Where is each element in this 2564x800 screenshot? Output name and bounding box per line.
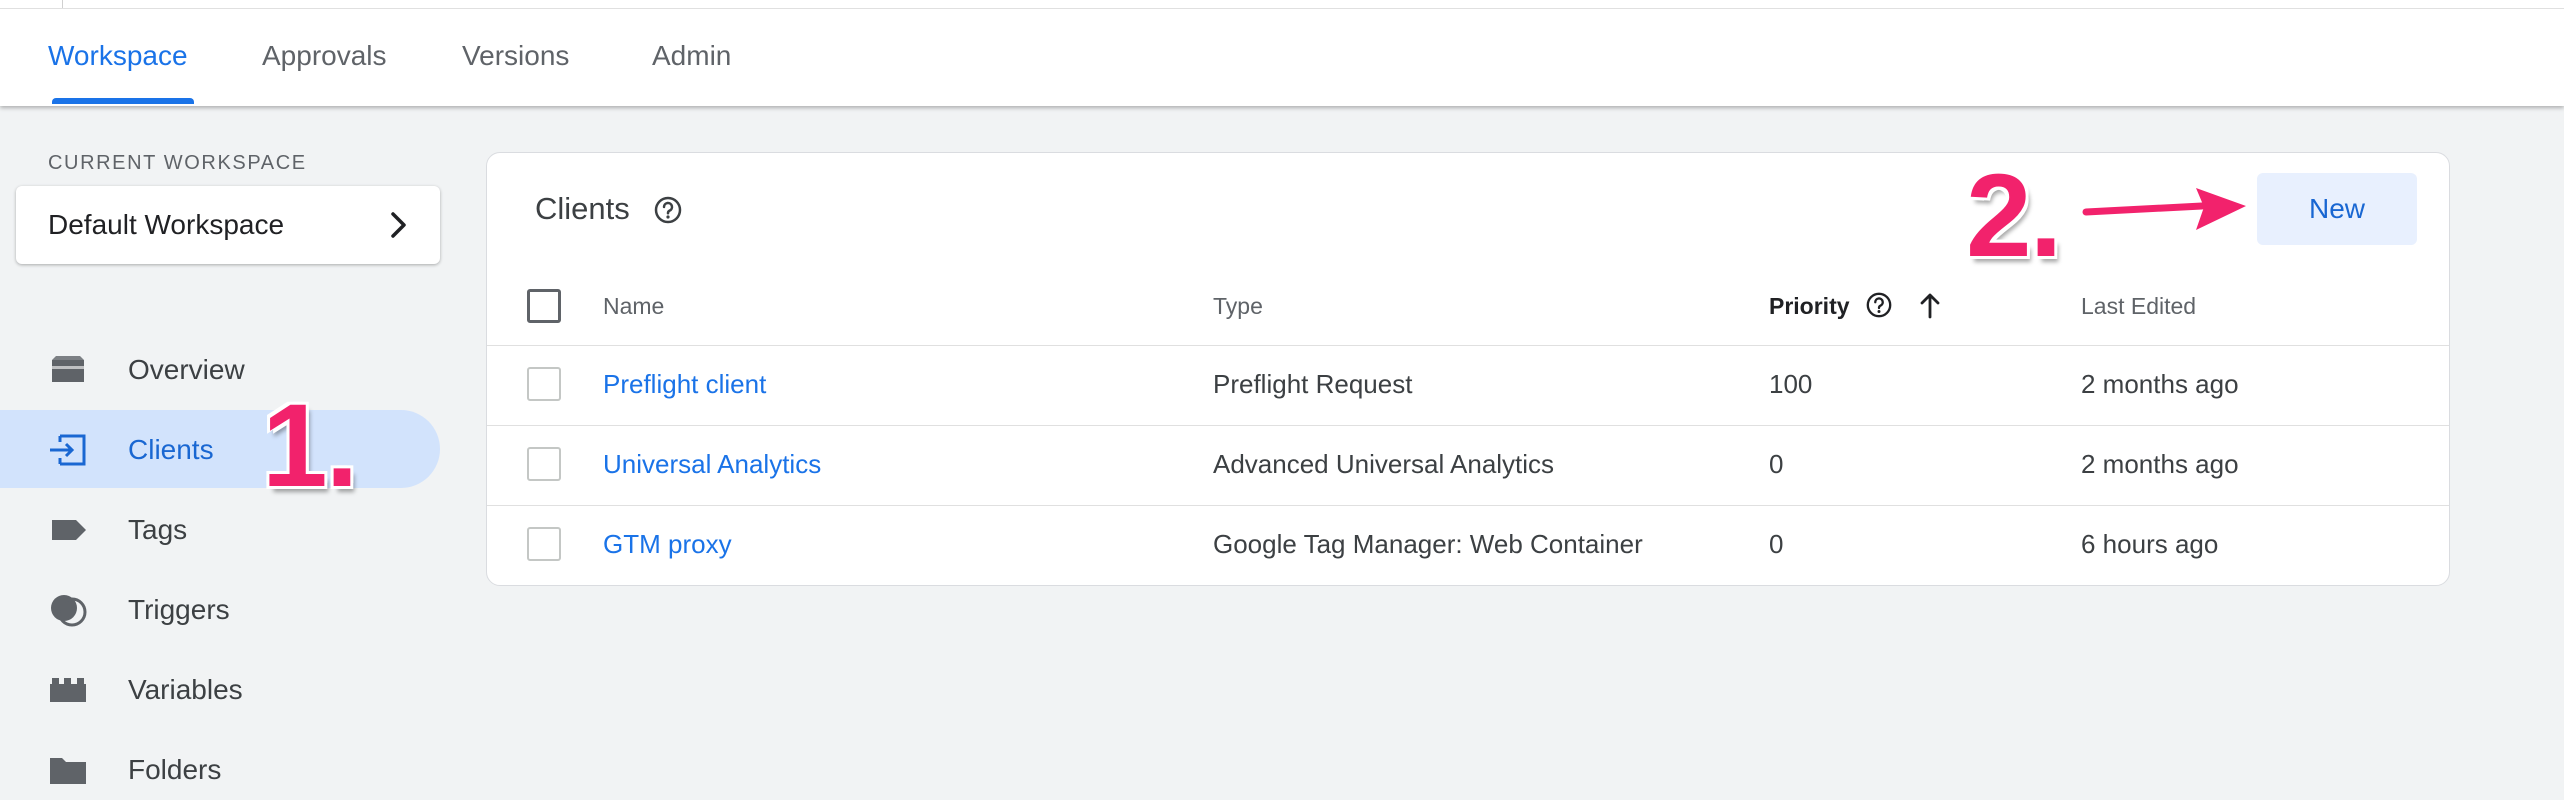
- column-header-type[interactable]: Type: [1213, 293, 1263, 320]
- sidebar-item-overview[interactable]: Overview: [0, 330, 440, 408]
- tab-versions[interactable]: Versions: [462, 40, 569, 72]
- client-priority: 0: [1769, 529, 1784, 559]
- client-type: Advanced Universal Analytics: [1213, 449, 1555, 479]
- client-name-link[interactable]: Preflight client: [603, 369, 766, 400]
- sidebar-item-label: Triggers: [128, 594, 230, 625]
- annotation-step-2: 2.: [1966, 150, 2062, 282]
- top-divider: [0, 8, 2564, 9]
- sidebar-item-tags[interactable]: Tags: [0, 490, 440, 568]
- folder-icon: [50, 758, 86, 784]
- select-all-checkbox[interactable]: [527, 289, 561, 323]
- row-divider: [487, 345, 2449, 346]
- arrow-up-icon[interactable]: [1919, 291, 1941, 319]
- sidebar-item-triggers[interactable]: Triggers: [0, 570, 440, 648]
- sidebar-item-label: Tags: [128, 514, 188, 545]
- new-client-button[interactable]: New: [2257, 173, 2417, 245]
- annotation-step-1: 1.: [262, 380, 358, 512]
- variables-icon: [50, 678, 86, 702]
- workspace-name: Default Workspace: [48, 209, 285, 240]
- client-name-link[interactable]: GTM proxy: [603, 529, 732, 560]
- sidebar-item-label: Clients: [128, 434, 214, 465]
- column-header-name[interactable]: Name: [603, 293, 664, 320]
- triggers-icon: [51, 595, 87, 627]
- annotation-arrow-icon: [2080, 182, 2252, 236]
- row-divider: [487, 425, 2449, 426]
- priority-help-icon[interactable]: [1865, 291, 1893, 319]
- workspace-selector[interactable]: Default Workspace: [16, 186, 440, 264]
- row-checkbox[interactable]: [527, 527, 561, 561]
- column-header-priority[interactable]: Priority: [1769, 293, 1850, 320]
- client-last-edited: 2 months ago: [2081, 449, 2239, 479]
- client-type: Google Tag Manager: Web Container: [1213, 529, 1643, 559]
- sidebar-item-label: Variables: [128, 674, 243, 705]
- sidebar-item-variables[interactable]: Variables: [0, 650, 440, 728]
- top-tab-bar: Workspace Approvals Versions Admin: [0, 0, 2564, 106]
- top-divider-tick: [62, 0, 63, 8]
- current-workspace-label: CURRENT WORKSPACE: [48, 152, 307, 174]
- client-type: Preflight Request: [1213, 369, 1413, 399]
- column-header-last-edited[interactable]: Last Edited: [2081, 293, 2196, 320]
- sidebar-item-folders[interactable]: Folders: [0, 730, 440, 800]
- overview-icon: [52, 356, 84, 382]
- client-last-edited: 6 hours ago: [2081, 529, 2219, 559]
- row-divider: [487, 505, 2449, 506]
- client-name-link[interactable]: Universal Analytics: [603, 449, 821, 480]
- active-tab-indicator: [52, 98, 194, 104]
- help-icon[interactable]: [653, 195, 683, 225]
- tab-workspace[interactable]: Workspace: [48, 40, 188, 72]
- sidebar-item-clients[interactable]: Clients: [0, 410, 440, 488]
- tag-icon: [52, 520, 86, 540]
- client-last-edited: 2 months ago: [2081, 369, 2239, 399]
- row-checkbox[interactable]: [527, 447, 561, 481]
- page-title: Clients: [535, 191, 630, 226]
- client-priority: 100: [1769, 369, 1813, 399]
- chevron-right-icon: [391, 212, 406, 238]
- tab-admin[interactable]: Admin: [652, 40, 731, 72]
- clients-icon: [50, 434, 86, 466]
- sidebar-item-label: Overview: [128, 354, 245, 385]
- tab-approvals[interactable]: Approvals: [262, 40, 387, 72]
- client-priority: 0: [1769, 449, 1784, 479]
- sidebar-item-label: Folders: [128, 754, 222, 785]
- row-checkbox[interactable]: [527, 367, 561, 401]
